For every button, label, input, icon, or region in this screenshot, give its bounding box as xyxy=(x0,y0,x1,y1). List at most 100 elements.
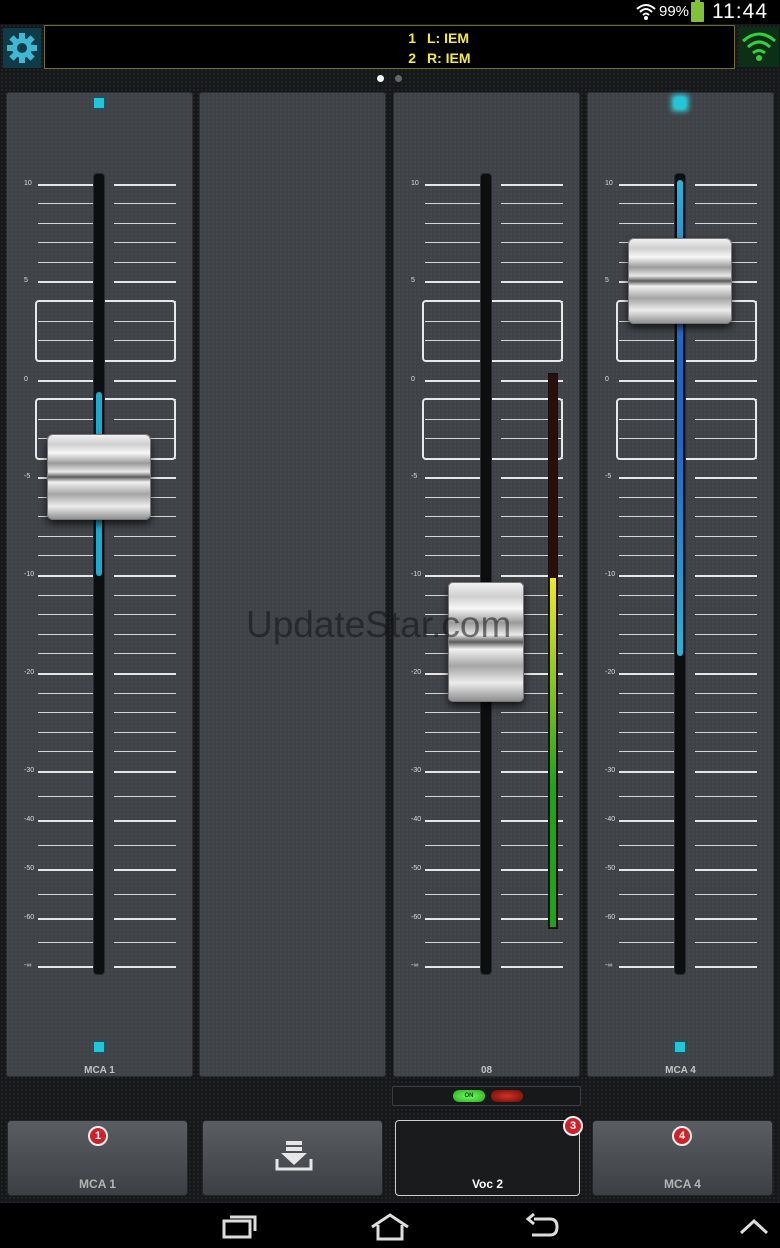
scale-minor-tick xyxy=(38,242,95,244)
scale-minor-tick xyxy=(425,731,482,733)
scale-minor-tick xyxy=(619,712,676,714)
scale-label: 10 xyxy=(24,180,32,187)
fader-track[interactable] xyxy=(481,174,491,974)
scale-tick xyxy=(695,184,757,186)
select-led-bottom[interactable] xyxy=(675,1042,685,1052)
scale-minor-tick xyxy=(619,633,676,635)
scale-minor-tick xyxy=(38,555,95,557)
select-led-bottom[interactable] xyxy=(94,1042,104,1052)
scale-tick xyxy=(619,966,676,968)
scale-minor-tick xyxy=(695,844,757,846)
scale-minor-tick xyxy=(114,712,176,714)
wifi-signal-icon xyxy=(636,4,656,20)
scale-label: 10 xyxy=(411,180,419,187)
scale-minor-tick xyxy=(425,942,482,943)
scale-minor-tick xyxy=(38,712,95,714)
strip-name: MCA 1 xyxy=(84,1065,115,1076)
scale-minor-tick xyxy=(38,614,95,616)
scale-tick xyxy=(425,869,482,871)
scale-label: -40 xyxy=(411,816,422,823)
scale-tick xyxy=(695,820,757,822)
wireless-connection-icon[interactable] xyxy=(739,27,779,67)
scale-minor-tick xyxy=(425,844,482,846)
select-led-top[interactable] xyxy=(675,98,685,108)
mute-off-button[interactable] xyxy=(491,1090,523,1102)
scale-tick xyxy=(695,869,757,871)
scale-tick xyxy=(38,184,95,186)
bank-button-mca-1[interactable]: 1 MCA 1 xyxy=(7,1120,188,1196)
scale-label: 0 xyxy=(24,376,28,383)
scale-tick xyxy=(619,869,676,871)
scale-minor-tick xyxy=(38,844,95,846)
scale-label: -40 xyxy=(24,816,35,823)
scale-minor-tick xyxy=(114,222,176,224)
scale-label: -30 xyxy=(24,767,35,774)
scale-label: -20 xyxy=(605,669,616,676)
scale-minor-tick xyxy=(114,692,176,694)
fader-window-frame xyxy=(422,300,563,362)
route-text: L: IEM xyxy=(427,30,469,46)
scale-minor-tick xyxy=(695,795,757,797)
bank-button-download[interactable] xyxy=(202,1120,383,1196)
bank-label: Voc 2 xyxy=(471,1177,504,1191)
scale-minor-tick xyxy=(619,203,676,205)
bank-button-voc-2[interactable]: 3 Voc 2 xyxy=(395,1116,583,1196)
recent-apps-icon[interactable] xyxy=(222,1213,258,1241)
scale-label: -5 xyxy=(24,473,31,480)
route-number: 2 xyxy=(408,50,416,66)
fader-knob[interactable] xyxy=(448,582,524,702)
scale-tick xyxy=(501,966,563,968)
scale-minor-tick xyxy=(619,222,676,224)
scale-tick xyxy=(38,673,95,675)
bank-button-mca-4[interactable]: 4 MCA 4 xyxy=(592,1120,773,1196)
scale-label: 10 xyxy=(605,180,613,187)
scale-minor-tick xyxy=(114,535,176,537)
battery-icon xyxy=(691,0,704,22)
scale-minor-tick xyxy=(38,731,95,733)
scale-tick xyxy=(114,918,176,920)
scale-minor-tick xyxy=(114,594,176,596)
scale-label: -∞ xyxy=(605,962,613,969)
scale-label: -20 xyxy=(411,669,422,676)
chevron-up-icon[interactable] xyxy=(738,1213,770,1241)
fader-window-frame xyxy=(616,398,757,460)
channel-strip-mca-4[interactable]: 10 5 0 -5 -10 -20 -30 -40 -50 -60 -∞ MCA 4 xyxy=(587,92,774,1077)
fader-knob[interactable] xyxy=(47,434,151,520)
scale-minor-tick xyxy=(425,751,482,753)
route-text: R: IEM xyxy=(427,50,471,66)
back-icon[interactable] xyxy=(524,1213,560,1241)
select-led-top[interactable] xyxy=(94,98,104,108)
routing-display[interactable]: 1 L: IEM 2 R: IEM xyxy=(44,25,735,69)
settings-gear-icon[interactable] xyxy=(3,28,41,68)
scale-minor-tick xyxy=(38,795,95,797)
scale-label: -60 xyxy=(605,914,616,921)
scale-tick xyxy=(38,820,95,822)
battery-percent: 99% xyxy=(659,3,690,20)
scale-tick xyxy=(114,575,176,577)
mute-on-button[interactable]: ON xyxy=(453,1090,485,1102)
download-icon xyxy=(275,1141,313,1171)
scale-minor-tick xyxy=(38,633,95,635)
scale-tick xyxy=(619,184,676,186)
scale-minor-tick xyxy=(695,222,757,224)
scale-label: -50 xyxy=(24,865,35,872)
scale-minor-tick xyxy=(501,942,563,943)
fader-track[interactable] xyxy=(94,174,104,974)
channel-strip-08[interactable]: 10 5 0 -5 -10 -20 -30 -40 -50 -60 -∞ 08 xyxy=(393,92,580,1077)
scale-label: -40 xyxy=(605,816,616,823)
mute-toggle-bar[interactable]: ON xyxy=(392,1086,581,1106)
scale-minor-tick xyxy=(619,844,676,846)
channel-strip-mca-1[interactable]: 10 5 0 -5 -10 -20 -30 -40 -50 -60 -∞ MCA 1 xyxy=(6,92,193,1077)
scale-tick xyxy=(114,184,176,186)
scale-tick xyxy=(425,771,482,773)
scale-label: -30 xyxy=(411,767,422,774)
scale-label: -30 xyxy=(605,767,616,774)
home-icon[interactable] xyxy=(368,1213,412,1241)
route-line-1: 1 L: IEM xyxy=(45,30,734,50)
scale-label: -10 xyxy=(24,571,35,578)
scale-minor-tick xyxy=(619,555,676,557)
scale-minor-tick xyxy=(501,261,563,263)
fader-knob[interactable] xyxy=(628,238,732,324)
scale-tick xyxy=(425,380,482,382)
scale-minor-tick xyxy=(114,844,176,846)
